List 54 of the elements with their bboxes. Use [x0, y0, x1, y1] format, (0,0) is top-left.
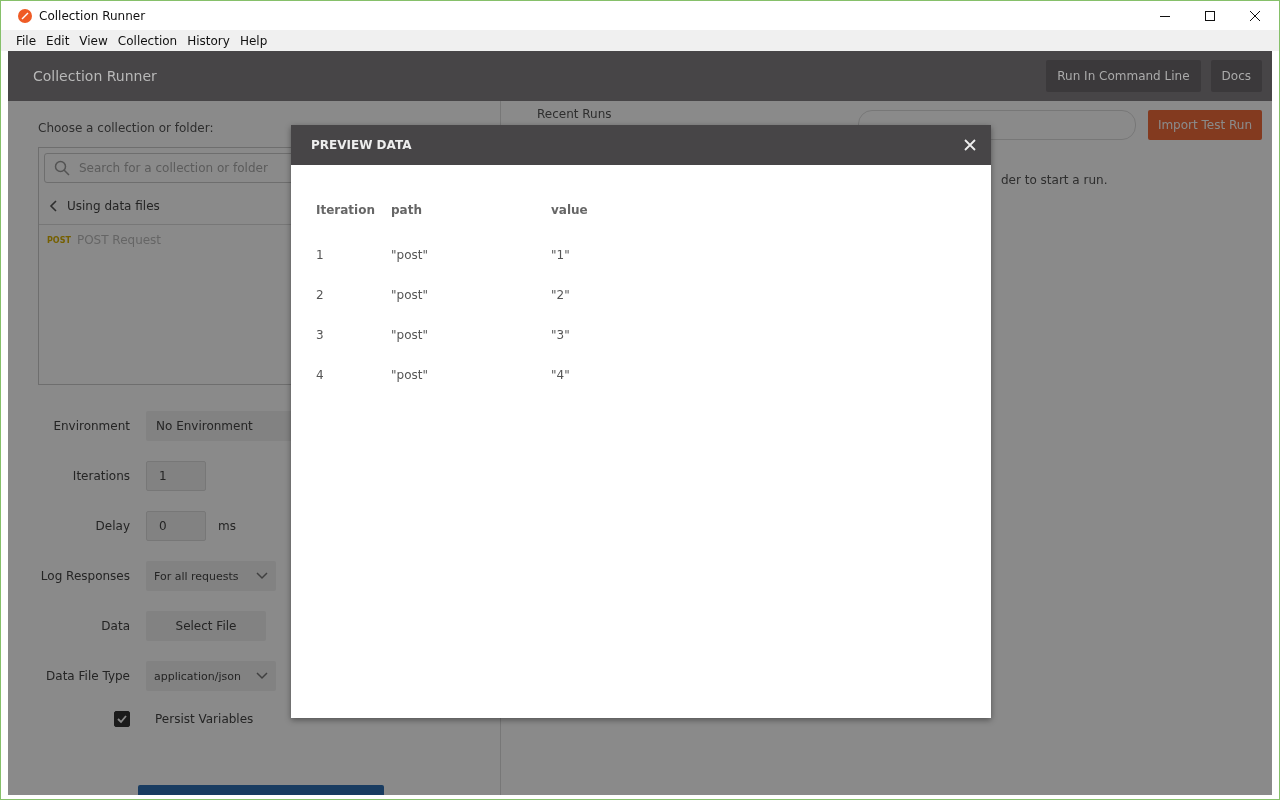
- method-tag: POST: [47, 235, 71, 245]
- table-cell-text: "4": [551, 368, 571, 382]
- field-label: Data: [101, 619, 130, 633]
- input-field[interactable]: 1: [146, 461, 206, 491]
- dialog-title: PREVIEW DATA: [311, 138, 412, 152]
- input-field[interactable]: 0: [146, 511, 206, 541]
- header-button[interactable]: Docs: [1210, 60, 1262, 92]
- menu-item[interactable]: Help: [237, 33, 272, 48]
- dropdown[interactable]: For all requests: [146, 561, 276, 591]
- check-icon: [116, 713, 128, 725]
- field-label: Log Responses: [40, 569, 130, 583]
- section-title: Recent Runs: [537, 107, 612, 121]
- select-file-button[interactable]: Select File: [146, 611, 266, 641]
- app-logo-icon: [18, 8, 32, 23]
- field-label: Iterations: [72, 469, 130, 483]
- table-cell-text: 1: [316, 248, 325, 262]
- empty-message: der to start a run.: [1001, 173, 1109, 187]
- table-cell-text: "post": [391, 368, 429, 382]
- back-label: Using data files: [67, 199, 160, 213]
- header-button[interactable]: Run In Command Line: [1046, 60, 1201, 92]
- table-cell-text: "1": [551, 248, 571, 262]
- menu-item[interactable]: File: [14, 33, 41, 48]
- table-cell-text: "2": [551, 288, 571, 302]
- table-cell-text: 3: [316, 328, 325, 342]
- maximize-icon[interactable]: [1204, 9, 1216, 22]
- close-icon[interactable]: [1249, 9, 1261, 22]
- back-chevron-icon: [49, 200, 57, 212]
- column-header: value: [551, 203, 589, 217]
- column-header: path: [391, 203, 423, 217]
- import-button[interactable]: Import Test Run: [1147, 110, 1262, 140]
- field-label: Data File Type: [46, 669, 130, 683]
- table-cell-text: 4: [316, 368, 325, 382]
- page-title: Collection Runner: [33, 68, 157, 84]
- menu-item[interactable]: History: [185, 33, 234, 48]
- dropdown[interactable]: application/json: [146, 661, 276, 691]
- table-cell-text: "post": [391, 328, 429, 342]
- table-cell-text: "3": [551, 328, 571, 342]
- table-cell-text: "post": [391, 248, 429, 262]
- table-cell-text: "post": [391, 288, 429, 302]
- window-title: Collection Runner: [39, 8, 146, 23]
- section-label: Choose a collection or folder:: [38, 121, 215, 135]
- table-cell-text: 2: [316, 288, 325, 302]
- unit-label: ms: [218, 519, 236, 533]
- menu-item[interactable]: Collection: [115, 33, 182, 48]
- checkbox-label: Persist Variables: [155, 712, 254, 726]
- caret-icon: [256, 572, 268, 580]
- menu-item[interactable]: View: [77, 33, 112, 48]
- search-icon: [54, 160, 70, 176]
- field-label: Delay: [95, 519, 130, 533]
- column-header: Iteration: [316, 203, 376, 217]
- checkbox[interactable]: [114, 711, 130, 727]
- field-label: Environment: [53, 419, 130, 433]
- caret-icon: [256, 672, 268, 680]
- menu-item[interactable]: Edit: [44, 33, 74, 48]
